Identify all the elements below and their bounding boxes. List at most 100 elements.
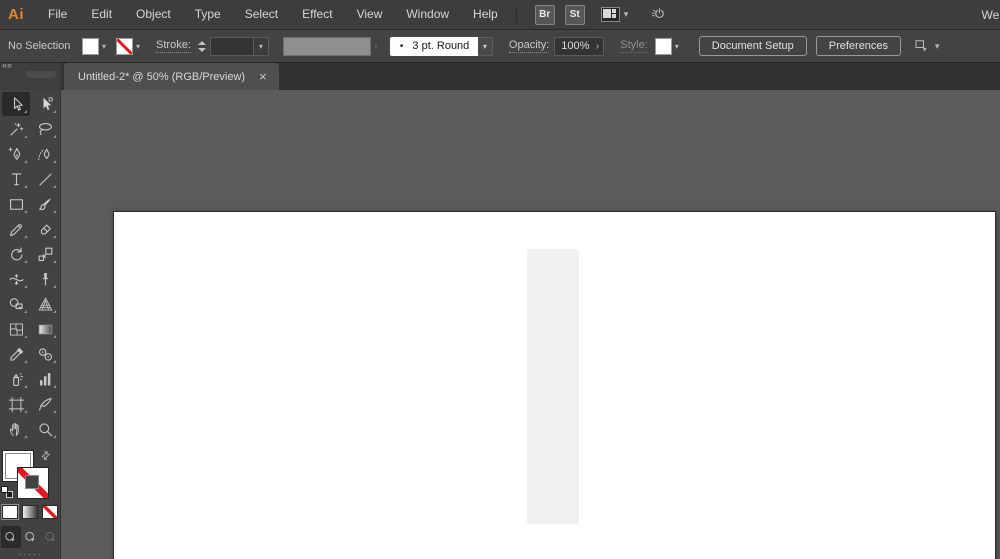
brush-definition-dropdown[interactable]: • 3 pt. Round (389, 36, 478, 56)
rectangle-tool[interactable] (2, 192, 30, 216)
chevron-down-icon: ▾ (935, 40, 940, 51)
stepper-down-icon[interactable] (197, 47, 206, 52)
pencil-tool[interactable] (2, 217, 30, 241)
selection-tool[interactable] (2, 92, 30, 116)
chevron-down-icon[interactable]: ▾ (102, 42, 106, 51)
select-similar-button[interactable]: ▾ (913, 37, 940, 55)
collapse-panel-icon[interactable]: «« (2, 60, 12, 70)
color-button[interactable] (2, 505, 18, 519)
artwork-rectangle[interactable] (527, 249, 579, 524)
menu-help[interactable]: Help (461, 0, 510, 29)
hand-tool-icon (9, 422, 19, 436)
stroke-weight-input[interactable] (209, 36, 254, 56)
preferences-button[interactable]: Preferences (815, 36, 902, 56)
paintbrush-tool[interactable] (31, 192, 59, 216)
symbol-sprayer-tool[interactable] (2, 367, 30, 391)
shape-builder-tool[interactable] (2, 292, 30, 316)
zoom-tool-icon (38, 422, 52, 436)
chevron-down-icon[interactable]: ▾ (136, 42, 140, 51)
eyedropper-tool[interactable] (2, 342, 30, 366)
lasso-tool[interactable] (31, 117, 59, 141)
gpu-performance-button[interactable] (648, 5, 668, 25)
none-button[interactable] (42, 505, 58, 519)
workspace-switcher[interactable]: Web (982, 8, 1000, 22)
magic-wand-tool[interactable] (2, 117, 30, 141)
zoom-tool[interactable] (31, 417, 59, 441)
stroke-color-swatch[interactable] (116, 37, 134, 55)
menu-edit[interactable]: Edit (79, 0, 124, 29)
brush-thumbnail-icon: • (399, 40, 404, 52)
eraser-tool[interactable] (31, 217, 59, 241)
menu-object[interactable]: Object (124, 0, 183, 29)
width-tool[interactable] (2, 267, 30, 291)
rotate-tool[interactable] (2, 242, 30, 266)
hand-tool[interactable] (2, 417, 30, 441)
style-label[interactable]: Style: (620, 39, 648, 53)
direct-selection-tool[interactable] (31, 92, 59, 116)
app-logo[interactable]: Ai (8, 6, 24, 23)
menu-view[interactable]: View (345, 0, 395, 29)
stroke-weight-dropdown[interactable]: ▾ (253, 36, 269, 56)
style-swatch[interactable] (654, 37, 672, 55)
drawing-mode-buttons (1, 526, 61, 548)
stroke-weight-label[interactable]: Stroke: (156, 39, 191, 53)
stroke-swatch[interactable] (17, 467, 49, 499)
canvas[interactable] (61, 90, 1000, 559)
stroke-weight-stepper[interactable] (197, 40, 206, 52)
slice-tool[interactable] (31, 392, 59, 416)
pen-tool[interactable] (2, 142, 30, 166)
brush-name: 3 pt. Round (412, 40, 470, 52)
draw-normal-button[interactable] (1, 526, 21, 548)
gpu-performance-icon (651, 7, 665, 18)
arrange-documents-icon (600, 7, 620, 22)
artboard-tool[interactable] (2, 392, 30, 416)
menu-type[interactable]: Type (183, 0, 233, 29)
opacity-input[interactable]: 100% › (554, 36, 605, 56)
blend-tool-icon (38, 347, 52, 361)
artboard-tool-icon (8, 396, 24, 412)
artboard[interactable] (113, 211, 996, 559)
magic-wand-tool-icon (9, 122, 23, 136)
column-graph-tool[interactable] (31, 367, 59, 391)
menu-select[interactable]: Select (233, 0, 290, 29)
selection-tool-icon (13, 96, 23, 111)
document-tab[interactable]: Untitled-2* @ 50% (RGB/Preview) × (64, 63, 279, 90)
draw-behind-button[interactable] (21, 526, 41, 548)
mesh-tool[interactable] (2, 317, 30, 341)
swap-fill-stroke-icon[interactable]: ⇄ (38, 448, 53, 463)
bridge-icon[interactable]: Br (534, 4, 555, 25)
shape-builder-tool-icon (9, 297, 23, 310)
puppet-warp-tool-icon (41, 272, 49, 286)
blend-tool[interactable] (31, 342, 59, 366)
fill-color-swatch[interactable] (82, 37, 99, 55)
symbol-sprayer-tool-icon (12, 372, 23, 386)
type-tool[interactable] (2, 167, 30, 191)
curvature-tool[interactable] (31, 142, 59, 166)
opacity-label[interactable]: Opacity: (508, 39, 550, 53)
brush-dropdown-chevron[interactable]: ▾ (477, 36, 493, 56)
stock-icon[interactable]: St (564, 4, 585, 25)
puppet-warp-tool[interactable] (31, 267, 59, 291)
close-icon[interactable]: × (259, 70, 267, 83)
chevron-right-icon[interactable]: › (596, 41, 603, 52)
screen-mode-dots[interactable]: ····· (0, 549, 61, 559)
document-setup-button[interactable]: Document Setup (698, 36, 807, 56)
gradient-button[interactable] (22, 505, 38, 519)
arrange-documents-button[interactable]: ▾ (600, 7, 628, 22)
panel-grip[interactable] (26, 71, 56, 78)
perspective-grid-tool[interactable] (31, 292, 59, 316)
stepper-up-icon[interactable] (197, 40, 206, 45)
menu-effect[interactable]: Effect (290, 0, 344, 29)
gradient-tool[interactable] (31, 317, 59, 341)
draw-inside-button (41, 526, 61, 548)
scale-tool[interactable] (31, 242, 59, 266)
chevron-down-icon[interactable]: ▾ (675, 42, 679, 51)
line-segment-tool[interactable] (31, 167, 59, 191)
menu-window[interactable]: Window (394, 0, 461, 29)
scale-tool-icon (38, 247, 52, 261)
rotate-tool-icon (10, 246, 23, 260)
menu-file[interactable]: File (36, 0, 79, 29)
pen-tool-icon (8, 146, 20, 160)
default-fill-stroke-icon[interactable] (1, 486, 14, 499)
eyedropper-tool-icon (9, 347, 23, 361)
